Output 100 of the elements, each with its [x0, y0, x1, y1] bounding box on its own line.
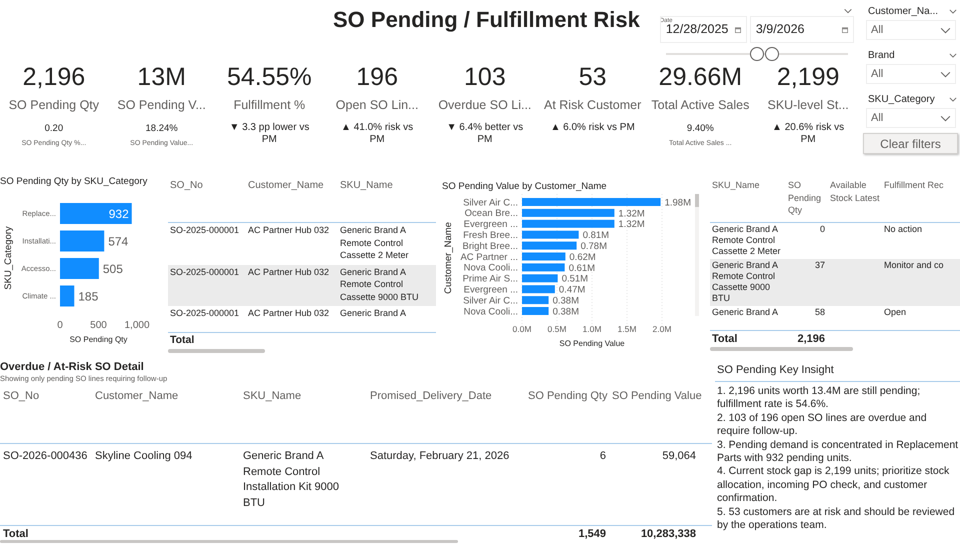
table-cell-text: Skyline Cooling 094 [94, 449, 194, 464]
chevron-down-icon[interactable] [940, 114, 951, 122]
slider-thumb[interactable] [750, 47, 764, 61]
category-label: Prime Air S... [462, 274, 518, 285]
insight-text: 5. 53 customers are at risk and should be reviewed by the operations team. [717, 506, 956, 532]
kpi-secondary-value: 18.24% [146, 123, 178, 135]
data-label: 932 [108, 206, 129, 221]
data-label: 0.78M [580, 241, 607, 252]
table-cell-text: Generic Brand A Remote Control Cassette 9000 BTU [339, 266, 420, 303]
data-label: 0.81M [582, 230, 610, 242]
kpi-value: 54.55% [226, 62, 312, 93]
kpi-value: 53 [578, 62, 607, 93]
bar [60, 203, 132, 224]
kpi-label: Fulfillment % [234, 97, 306, 114]
scrollbar[interactable] [0, 540, 458, 543]
bar [60, 286, 74, 306]
table-cell-text: SO-2026-000436 [2, 449, 88, 464]
table-cell-text: Generic Brand A Remote Control Cassette 2 Meter [339, 224, 410, 262]
slicer-label: SKU_Category [868, 92, 935, 106]
bar [522, 230, 579, 239]
table-total-value: 10,283,338 [640, 527, 697, 542]
table-cell-text: SO-2025-000001 [169, 224, 240, 237]
kpi-delta: ▼ 6.4% better vs PM [446, 122, 524, 146]
kpi-delta: ▲ 41.0% risk vs PM [340, 122, 414, 146]
dropdown[interactable]: All [866, 64, 956, 84]
table-cell-text: 58 [814, 307, 826, 318]
data-label: 0.61M [568, 262, 596, 274]
kpi-value: 13M [137, 62, 186, 93]
tick-label: 2.0M [652, 324, 672, 334]
category-label: Nova Cooli... [464, 306, 518, 318]
table-cell-text: Generic Brand A [711, 307, 780, 318]
slicer-label: Customer_Na... [868, 4, 938, 18]
category-label: Silver Air C... [463, 295, 518, 306]
bar [522, 274, 558, 282]
data-label: 1.98M [664, 197, 691, 208]
scrollbar[interactable] [710, 347, 853, 351]
kpi-label: Total Active Sales [651, 97, 750, 114]
insight-text: 3. Pending demand is concentrated in Replacement Parts with 932 pending units. [717, 438, 960, 466]
kpi-delta: ▲ 20.6% risk vs PM [771, 122, 846, 146]
chevron-down-icon[interactable] [940, 70, 951, 78]
column-header: Customer_Name [94, 389, 180, 404]
table-cell-text: 59,064 [661, 449, 697, 464]
bar [522, 252, 566, 260]
slider-thumb[interactable] [764, 47, 779, 61]
kpi-label: At Risk Customer [544, 97, 642, 114]
calendar-icon [734, 26, 741, 32]
table-total-label: Total [170, 334, 194, 346]
table-cell-text: Saturday, February 21, 2026 [369, 449, 510, 464]
column-header: Fulfillment Rec [883, 179, 945, 192]
clear-filters-button[interactable]: Clear filters [863, 133, 958, 154]
axis-title: SKU_Category [3, 226, 14, 290]
insight-text: 2. 103 of 196 open SO lines are overdue and require follow-up. [717, 412, 928, 439]
data-label: 0.38M [552, 306, 579, 318]
tick-label: 0.0M [512, 324, 532, 334]
table-cell-text: SO-2025-000001 [169, 307, 240, 320]
kpi-label: SKU-level St... [767, 97, 849, 114]
kpi-secondary-value: 0.20 [44, 123, 64, 135]
table-cell-text: Generic Brand A [339, 307, 408, 320]
table-cell-text: Monitor and co [883, 260, 945, 272]
insight-text: 1. 2,196 units worth 13.4M are still pending; fulfillment rate is 54.6%. [717, 385, 922, 412]
chevron-down-icon[interactable] [844, 8, 852, 14]
category-label: Evergreen ... [464, 219, 518, 230]
dropdown[interactable]: All [866, 108, 956, 128]
column-header: SKU_Name [711, 179, 761, 192]
tick-label: 1.5M [618, 324, 636, 334]
chart-title: SO Pending Qty by SKU_Category [0, 175, 148, 189]
column-header: SO Pending Qty [527, 389, 608, 404]
bar [522, 285, 555, 294]
dropdown[interactable]: All [866, 20, 956, 40]
slicer-label: Brand [868, 48, 895, 62]
chevron-down-icon[interactable] [949, 96, 957, 102]
table-cell-text: 37 [814, 260, 826, 272]
bar [60, 230, 104, 252]
table-total-value: 1,549 [577, 527, 607, 542]
card-title: SO Pending Key Insight [715, 362, 960, 382]
table-cell-text: 6 [598, 449, 607, 464]
category-label: Bright Bree... [462, 240, 518, 252]
chart-title: SO Pending Value by Customer_Name [442, 180, 608, 192]
table-total-label: Total [2, 527, 30, 542]
chevron-down-icon[interactable] [949, 8, 957, 14]
date-field[interactable]: 3/9/2026 [750, 16, 854, 43]
axis-title: SO Pending Qty [70, 335, 128, 344]
kpi-value: 29.66M [658, 62, 742, 93]
column-header: SO Pending Value [611, 389, 699, 404]
chevron-down-icon[interactable] [940, 26, 951, 34]
column-header: SO Pending Qty [787, 179, 822, 216]
column-header: Available Stock Latest [829, 179, 881, 204]
table-cell-text: AC Partner Hub 032 [247, 224, 330, 237]
tick-label: 1,000 [124, 320, 150, 331]
table-total-value: 2,196 [796, 332, 826, 347]
table-cell-text: No action [883, 224, 924, 236]
category-label: Fresh Bree... [463, 230, 518, 242]
scrollbar[interactable] [168, 349, 265, 353]
range-slider[interactable] [666, 47, 848, 61]
kpi-label: Open SO Lin... [336, 97, 418, 114]
data-label: 505 [102, 262, 123, 276]
page-title: SO Pending / Fulfillment Risk [333, 6, 640, 33]
chevron-down-icon[interactable] [949, 52, 957, 58]
data-label: 0.51M [562, 274, 588, 285]
kpi-value: 196 [356, 62, 398, 93]
